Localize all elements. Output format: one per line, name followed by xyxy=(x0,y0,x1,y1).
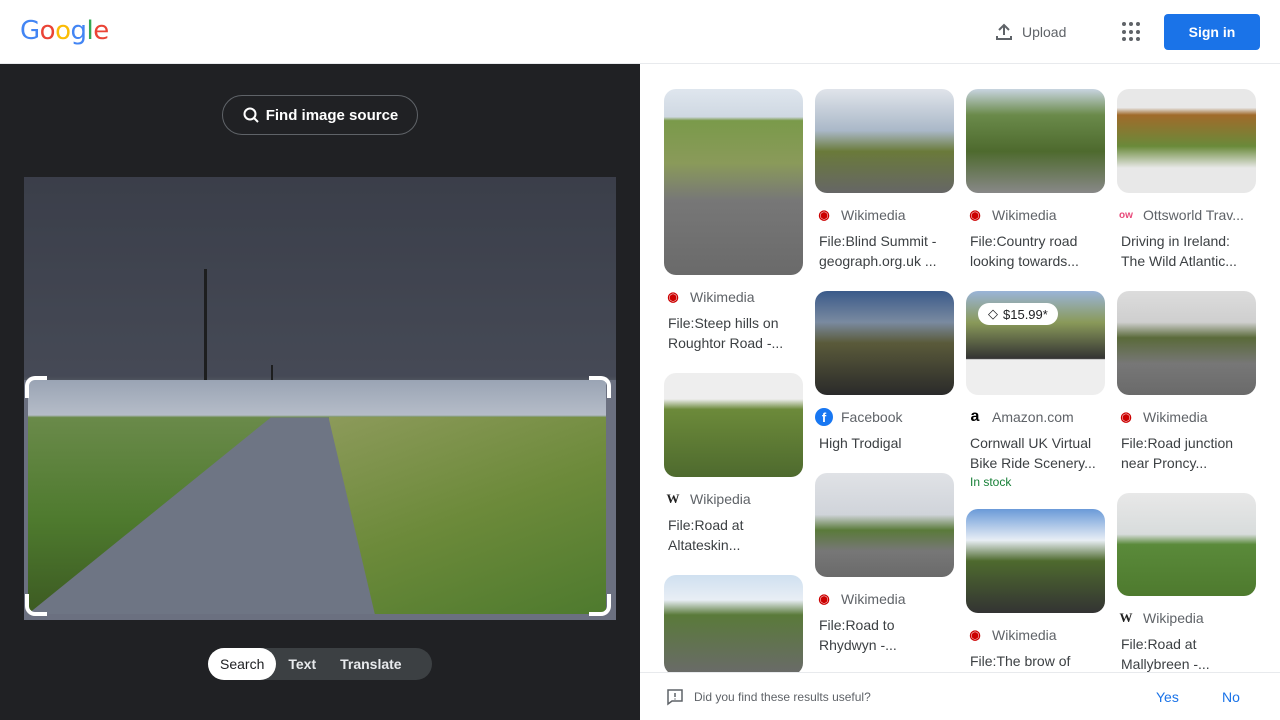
top-bar: Google Upload Sign in xyxy=(0,0,1280,64)
upload-button[interactable]: Upload xyxy=(994,22,1066,42)
result-title[interactable]: High Trodigal xyxy=(815,433,954,453)
result-thumbnail[interactable] xyxy=(1117,493,1256,596)
feedback-question: Did you find these results useful? xyxy=(694,689,871,704)
wikimedia-icon: ◉ xyxy=(969,627,981,642)
wikipedia-icon: W xyxy=(1119,610,1133,625)
crop-handle-bottom-left[interactable] xyxy=(25,594,47,616)
result-source: Wikipedia xyxy=(690,491,751,507)
ottsworld-icon: ow xyxy=(1119,209,1133,221)
result-thumbnail[interactable] xyxy=(664,89,803,275)
result-card[interactable]: ◉ Wikimedia File:Road junction near Pronc… xyxy=(1117,291,1256,473)
result-source: Wikimedia xyxy=(992,627,1057,643)
sign-in-button[interactable]: Sign in xyxy=(1164,14,1260,50)
tab-translate[interactable]: Translate xyxy=(328,648,413,680)
facebook-icon: f xyxy=(815,408,833,426)
result-thumbnail[interactable] xyxy=(966,89,1105,193)
result-source: Wikipedia xyxy=(1143,610,1204,626)
result-card[interactable]: ow Ottsworld Trav... Driving in Ireland: … xyxy=(1117,89,1256,271)
crop-handle-top-left[interactable] xyxy=(25,376,47,398)
result-card[interactable]: ◉ Wikimedia File:Blind Summit - geograph.… xyxy=(815,89,954,271)
mode-tabs: Search Text Translate xyxy=(208,648,432,680)
results-column: ◉ Wikimedia File:Steep hills on Roughtor … xyxy=(664,89,803,695)
price-tag-icon: ◇ xyxy=(988,306,998,321)
wikimedia-icon: ◉ xyxy=(1120,409,1132,424)
result-source: Facebook xyxy=(841,409,903,425)
upload-icon xyxy=(996,23,1012,40)
lens-search-icon xyxy=(243,107,259,123)
result-source: Wikimedia xyxy=(841,591,906,607)
result-thumbnail[interactable] xyxy=(664,575,803,675)
result-source: Amazon.com xyxy=(992,409,1074,425)
wikimedia-icon: ◉ xyxy=(818,207,830,222)
result-title[interactable]: File:Steep hills on Roughtor Road -... xyxy=(664,313,803,353)
result-card[interactable]: W Wikipedia File:Road at Altateskin... xyxy=(664,373,803,555)
crop-handle-top-right[interactable] xyxy=(589,376,611,398)
result-card[interactable] xyxy=(664,575,803,675)
result-thumbnail[interactable] xyxy=(815,473,954,577)
result-card[interactable]: W Wikipedia File:Road at Mallybreen -... xyxy=(1117,493,1256,674)
result-source: Wikimedia xyxy=(841,207,906,223)
result-thumbnail[interactable] xyxy=(664,373,803,477)
result-title[interactable]: File:Country road looking towards... xyxy=(966,231,1105,271)
result-title[interactable]: File:Road junction near Proncy... xyxy=(1117,433,1256,473)
result-thumbnail[interactable] xyxy=(1117,89,1256,193)
google-logo[interactable]: Google xyxy=(20,16,109,46)
result-card[interactable]: ◇ $15.99* a Amazon.com Cornwall UK Virtual… xyxy=(966,291,1105,489)
wikimedia-icon: ◉ xyxy=(969,207,981,222)
result-card[interactable]: ◉ Wikimedia File:Road to Rhydwyn -... xyxy=(815,473,954,655)
result-title[interactable]: Driving in Ireland: The Wild Atlantic... xyxy=(1117,231,1256,271)
amazon-icon: a xyxy=(970,408,980,425)
selection-region[interactable] xyxy=(28,380,606,614)
results-column: ◉ Wikimedia File:Country road looking tow… xyxy=(966,89,1105,691)
crop-handle-bottom-right[interactable] xyxy=(589,594,611,616)
query-image-panel: Find image source Search Text Translate xyxy=(0,64,640,720)
feedback-icon xyxy=(667,688,683,705)
result-thumbnail[interactable] xyxy=(815,291,954,395)
result-source: Wikimedia xyxy=(1143,409,1208,425)
tab-text[interactable]: Text xyxy=(276,648,328,680)
result-card[interactable]: ◉ Wikimedia File:Country road looking tow… xyxy=(966,89,1105,271)
result-thumbnail[interactable] xyxy=(966,509,1105,613)
wikimedia-icon: ◉ xyxy=(667,289,679,304)
result-thumbnail[interactable] xyxy=(1117,291,1256,395)
feedback-no-button[interactable]: No xyxy=(1222,689,1240,705)
result-thumbnail[interactable]: ◇ $15.99* xyxy=(966,291,1105,395)
result-title[interactable]: File:Road at Altateskin... xyxy=(664,515,803,555)
result-source: Ottsworld Trav... xyxy=(1143,207,1244,223)
stock-status: In stock xyxy=(970,475,1012,489)
feedback-bar: Did you find these results useful? Yes N… xyxy=(640,672,1280,720)
result-title[interactable]: File:Road at Mallybreen -... xyxy=(1117,634,1256,674)
result-title[interactable]: File:Road to Rhydwyn -... xyxy=(815,615,954,655)
feedback-yes-button[interactable]: Yes xyxy=(1156,689,1179,705)
tab-search[interactable]: Search xyxy=(208,648,277,680)
result-title[interactable]: File:The brow of xyxy=(966,651,1105,671)
wikimedia-icon: ◉ xyxy=(818,591,830,606)
result-source: Wikimedia xyxy=(690,289,755,305)
find-image-source-button[interactable]: Find image source xyxy=(222,95,418,135)
results-column: ow Ottsworld Trav... Driving in Ireland: … xyxy=(1117,89,1256,694)
price-badge: ◇ $15.99* xyxy=(978,303,1058,325)
result-card[interactable]: f Facebook High Trodigal xyxy=(815,291,954,453)
result-source: Wikimedia xyxy=(992,207,1057,223)
results-column: ◉ Wikimedia File:Blind Summit - geograph.… xyxy=(815,89,954,675)
result-card[interactable]: ◉ Wikimedia File:Steep hills on Roughtor … xyxy=(664,89,803,353)
result-title[interactable]: File:Blind Summit - geograph.org.uk ... xyxy=(815,231,954,271)
apps-grid-icon[interactable] xyxy=(1122,22,1142,42)
upload-label: Upload xyxy=(1022,24,1067,40)
wikipedia-icon: W xyxy=(666,491,680,506)
visual-matches: ◉ Wikimedia File:Steep hills on Roughtor … xyxy=(640,64,1280,720)
result-thumbnail[interactable] xyxy=(815,89,954,193)
result-card[interactable]: ◉ Wikimedia File:The brow of xyxy=(966,509,1105,671)
price: $15.99* xyxy=(1003,306,1048,322)
result-title[interactable]: Cornwall UK Virtual Bike Ride Scenery... xyxy=(966,433,1105,473)
query-image xyxy=(24,177,616,620)
find-image-source-label: Find image source xyxy=(265,106,399,124)
